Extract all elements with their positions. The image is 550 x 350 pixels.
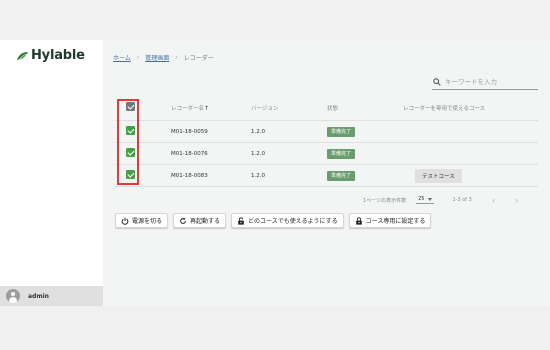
table-row[interactable]: M01-18-0076 1.2.0 準備完了 bbox=[115, 143, 538, 165]
breadcrumb-current: レコーダー bbox=[183, 55, 214, 62]
power-off-label: 電源を切る bbox=[132, 218, 163, 225]
rows-per-page-select[interactable]: 25 bbox=[416, 196, 435, 204]
unlock-any-course-button[interactable]: どのコースでも使えるようにする bbox=[231, 213, 344, 228]
search-box bbox=[432, 75, 538, 90]
lock-icon bbox=[355, 216, 362, 225]
row-checkbox[interactable] bbox=[126, 126, 135, 137]
top-strip bbox=[0, 0, 550, 40]
breadcrumb-admin[interactable]: 管理画面 bbox=[145, 53, 169, 62]
next-page-icon[interactable]: › bbox=[515, 196, 518, 205]
recorder-name: M01-18-0083 bbox=[171, 172, 208, 179]
lock-course-button[interactable]: コース専用に設定する bbox=[348, 213, 432, 228]
unlock-icon bbox=[238, 216, 244, 225]
prev-page-icon[interactable]: ‹ bbox=[492, 196, 495, 205]
bottom-strip bbox=[0, 306, 550, 350]
restart-button[interactable]: 再起動する bbox=[173, 213, 227, 228]
avatar-icon bbox=[6, 289, 20, 303]
brand-name: Hylable bbox=[31, 48, 85, 63]
logo[interactable]: Hylable bbox=[16, 48, 85, 63]
user-menu[interactable]: admin bbox=[0, 286, 103, 306]
column-header-version: バージョン bbox=[251, 105, 279, 112]
course-chip: テストコース bbox=[415, 168, 462, 183]
table-row[interactable]: M01-18-0083 1.2.0 準備完了 テストコース bbox=[115, 165, 538, 187]
recorder-version: 1.2.0 bbox=[251, 150, 265, 157]
status-badge: 準備完了 bbox=[327, 170, 356, 181]
sidebar: Hylable admin bbox=[0, 40, 103, 306]
status-badge-cell: 準備完了 bbox=[327, 126, 356, 137]
rows-per-page-value: 25 bbox=[418, 196, 425, 202]
recorder-name: M01-18-0076 bbox=[171, 150, 208, 157]
logo-leaf-icon bbox=[17, 51, 28, 60]
select-all-checkbox[interactable] bbox=[126, 102, 135, 113]
column-header-name[interactable]: レコーダー名↑ bbox=[171, 104, 209, 112]
status-badge-cell: 準備完了 bbox=[327, 148, 356, 159]
status-badge: 準備完了 bbox=[327, 126, 356, 137]
pagination: 1ページの表示件数 25 1-3 of 3 ‹ › bbox=[363, 194, 538, 206]
search-icon bbox=[433, 78, 441, 86]
sort-ascending-icon: ↑ bbox=[204, 104, 210, 112]
status-badge-cell: 準備完了 bbox=[327, 170, 356, 181]
restart-label: 再起動する bbox=[190, 218, 221, 225]
recorder-name: M01-18-0059 bbox=[171, 128, 208, 135]
table-row[interactable]: M01-18-0059 1.2.0 準備完了 bbox=[115, 121, 538, 143]
power-icon bbox=[121, 217, 129, 225]
table-header-row: レコーダー名↑ バージョン 状態 レコーダーを専用で使えるコース bbox=[115, 95, 538, 121]
rows-per-page-label: 1ページの表示件数 bbox=[363, 197, 407, 204]
row-checkbox[interactable] bbox=[126, 170, 135, 181]
breadcrumb-home[interactable]: ホーム bbox=[113, 53, 131, 62]
action-bar: 電源を切る 再起動する どのコースでも使えるようにする コース専用に設定する bbox=[115, 213, 432, 228]
restart-icon bbox=[180, 217, 186, 224]
recorder-version: 1.2.0 bbox=[251, 172, 265, 179]
breadcrumb: ホーム › 管理画面 › レコーダー bbox=[113, 53, 214, 62]
column-header-name-label: レコーダー名 bbox=[171, 105, 205, 112]
power-off-button[interactable]: 電源を切る bbox=[115, 213, 169, 228]
main-content: ホーム › 管理画面 › レコーダー レコーダー名↑ バージョン 状態 レコーダ… bbox=[103, 40, 550, 306]
caret-down-icon bbox=[428, 197, 433, 201]
recorder-version: 1.2.0 bbox=[251, 128, 265, 135]
status-badge: 準備完了 bbox=[327, 148, 356, 159]
user-name: admin bbox=[28, 292, 49, 300]
row-checkbox[interactable] bbox=[126, 148, 135, 159]
recorder-table: レコーダー名↑ バージョン 状態 レコーダーを専用で使えるコース M01-18-… bbox=[115, 95, 538, 187]
breadcrumb-separator: › bbox=[175, 54, 178, 61]
unlock-any-course-label: どのコースでも使えるようにする bbox=[248, 218, 338, 225]
lock-course-label: コース専用に設定する bbox=[365, 218, 426, 225]
search-input[interactable] bbox=[445, 78, 535, 86]
breadcrumb-separator: › bbox=[136, 54, 140, 61]
column-header-course: レコーダーを専用で使えるコース bbox=[403, 105, 486, 112]
page-range: 1-3 of 3 bbox=[452, 197, 472, 203]
column-header-status: 状態 bbox=[327, 105, 339, 112]
